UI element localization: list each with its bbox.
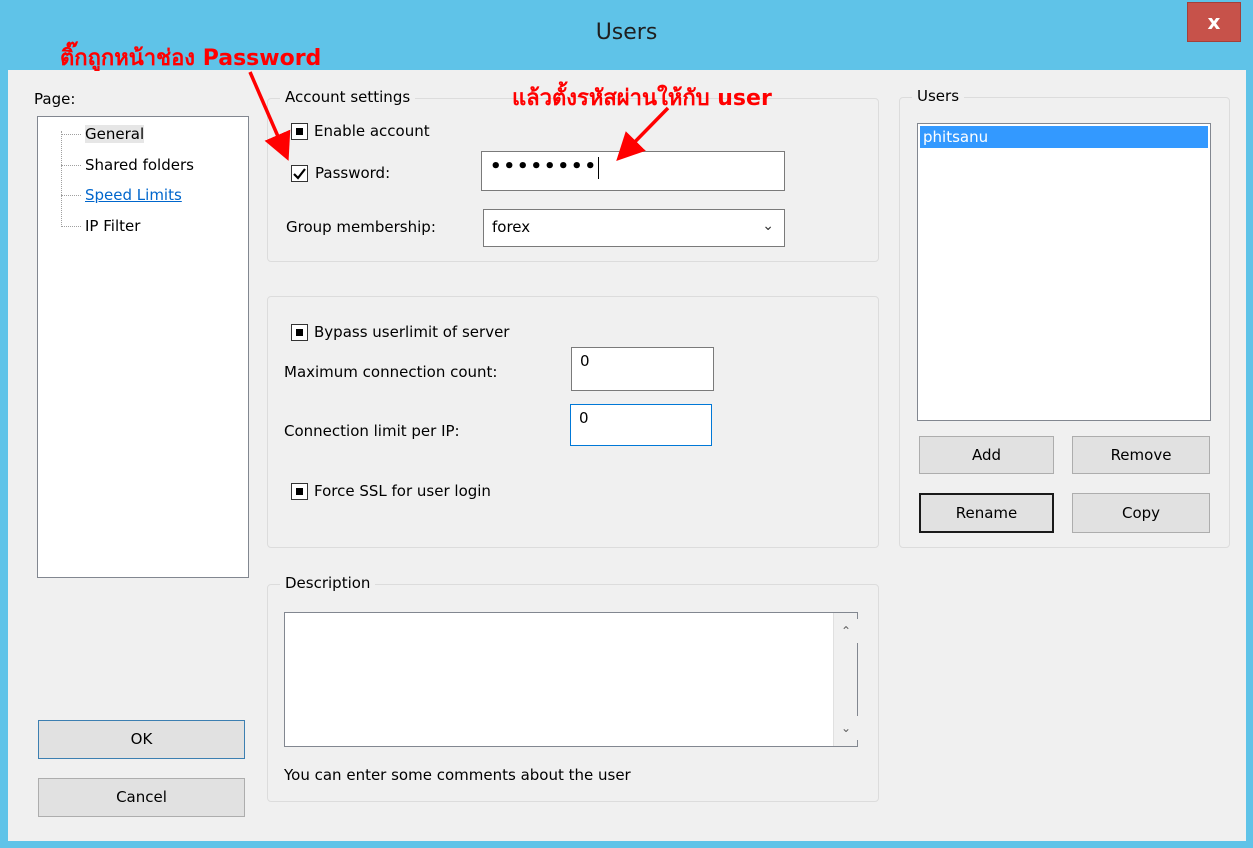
tree-item-speed-limits[interactable]: Speed Limits	[61, 184, 185, 206]
copy-user-button[interactable]: Copy	[1072, 493, 1210, 533]
tree-item-shared-folders[interactable]: Shared folders	[61, 154, 197, 176]
tree-item-ip-filter[interactable]: IP Filter	[61, 215, 143, 237]
enable-account-label: Enable account	[314, 122, 430, 140]
enable-account-checkbox[interactable]	[291, 123, 308, 140]
group-membership-select[interactable]: forex ⌄	[483, 209, 785, 247]
max-connection-label: Maximum connection count:	[284, 363, 498, 381]
bypass-userlimit-checkbox[interactable]	[291, 324, 308, 341]
text-caret	[598, 156, 600, 179]
dialog-body: Page: General Shared folders Speed Limit…	[8, 70, 1246, 841]
list-item[interactable]: phitsanu	[920, 126, 1208, 148]
password-value: ••••••••	[490, 156, 599, 177]
force-ssl-label: Force SSL for user login	[314, 482, 491, 500]
ok-button[interactable]: OK	[38, 720, 245, 759]
annotation-bold: user	[717, 86, 772, 111]
connection-per-ip-label: Connection limit per IP:	[284, 422, 460, 440]
annotation-bold: Password	[202, 46, 322, 71]
page-tree: General Shared folders Speed Limits IP F…	[37, 116, 249, 578]
tree-item-label: General	[85, 125, 145, 143]
description-textarea[interactable]: ⌃ ⌄	[284, 612, 858, 747]
tree-item-general[interactable]: General	[61, 123, 147, 145]
chevron-down-icon: ⌄	[762, 218, 774, 234]
tree-connector	[61, 131, 62, 227]
rename-user-button[interactable]: Rename	[919, 493, 1054, 533]
set-password-annotation: แล้วตั้งรหัสผ่านให้กับ user	[512, 80, 772, 115]
force-ssl-checkbox[interactable]	[291, 483, 308, 500]
remove-user-button[interactable]: Remove	[1072, 436, 1210, 474]
users-list[interactable]: phitsanu	[917, 123, 1211, 421]
checkmark-icon	[293, 168, 306, 180]
add-user-button[interactable]: Add	[919, 436, 1054, 474]
description-title: Description	[280, 574, 376, 592]
connection-per-ip-field[interactable]: 0	[570, 404, 712, 446]
users-group-title: Users	[912, 87, 965, 105]
users-dialog: Users x Page: General Shared folders Spe…	[0, 0, 1253, 848]
account-settings-title: Account settings	[280, 88, 416, 106]
page-label: Page:	[34, 90, 76, 108]
tree-item-label: Shared folders	[85, 156, 194, 174]
description-hint: You can enter some comments about the us…	[284, 766, 631, 784]
password-checkbox[interactable]	[291, 165, 308, 182]
max-connection-field[interactable]: 0	[571, 347, 714, 391]
close-button[interactable]: x	[1187, 2, 1241, 42]
chevron-up-icon[interactable]: ⌃	[834, 619, 858, 643]
cancel-button[interactable]: Cancel	[38, 778, 245, 817]
description-scrollbar[interactable]: ⌃ ⌄	[833, 613, 858, 746]
password-tip-annotation: ติ๊กถูกหน้าช่อง Password	[60, 40, 321, 75]
password-field[interactable]: ••••••••	[481, 151, 785, 191]
tree-item-label: Speed Limits	[85, 186, 182, 204]
annotation-text: แล้วตั้งรหัสผ่านให้กับ	[512, 86, 718, 111]
chevron-down-icon[interactable]: ⌄	[834, 716, 858, 740]
annotation-text: ติ๊กถูกหน้าช่อง	[60, 46, 203, 71]
tree-item-label: IP Filter	[85, 217, 141, 235]
group-membership-value: forex	[492, 218, 531, 236]
bypass-userlimit-label: Bypass userlimit of server	[314, 323, 510, 341]
group-membership-label: Group membership:	[286, 218, 436, 236]
password-label: Password:	[315, 164, 391, 182]
